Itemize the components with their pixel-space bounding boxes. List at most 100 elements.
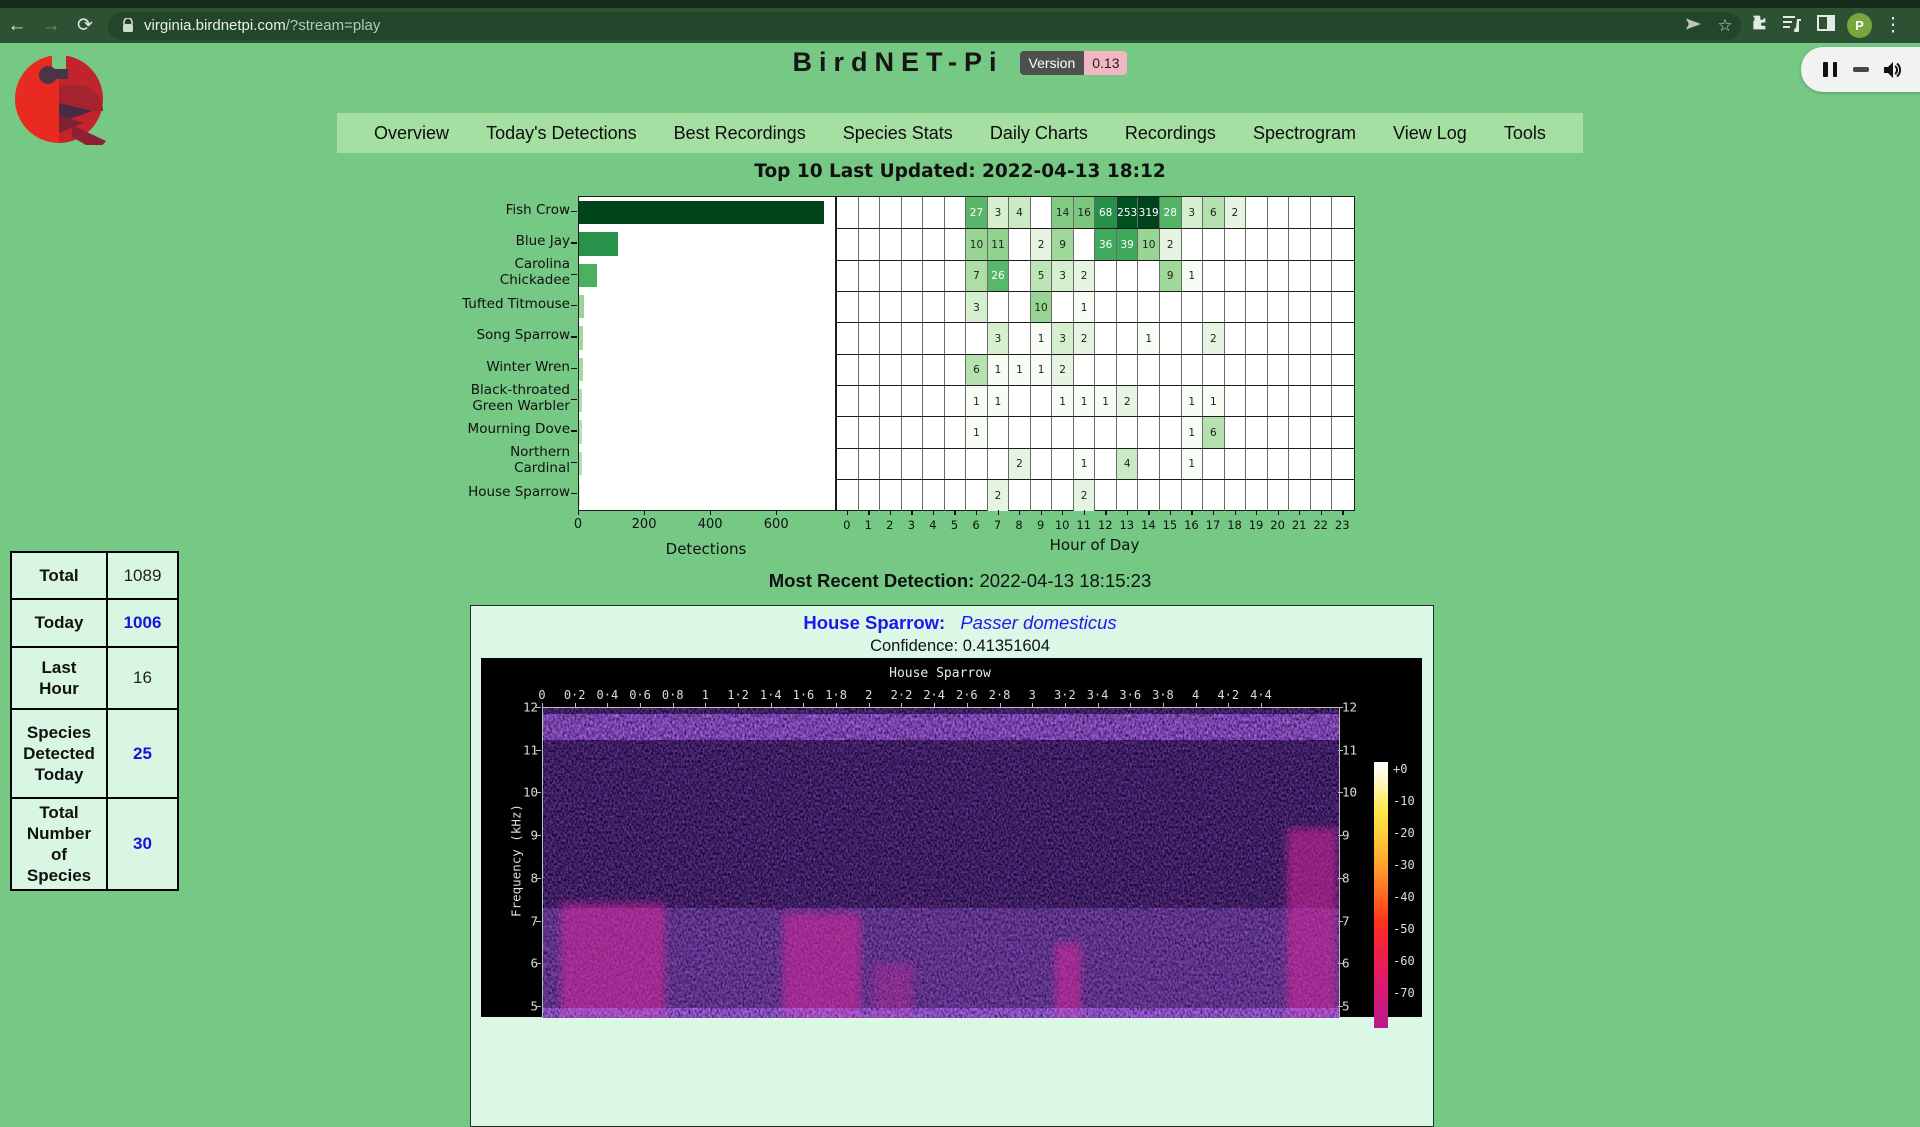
heatmap-cell: 1 <box>1052 386 1074 417</box>
species-tick <box>571 368 577 369</box>
hour-axis-tick <box>976 510 977 515</box>
nav-item-recordings[interactable]: Recordings <box>1125 123 1216 144</box>
spectrogram-y-tick <box>536 921 541 922</box>
heatmap-cell <box>988 292 1010 323</box>
hour-axis-tick-label: 23 <box>1335 518 1350 532</box>
spectrogram-x-tick <box>575 703 576 707</box>
spectrogram-y-tick <box>536 792 541 793</box>
stats-value[interactable]: 25 <box>108 710 177 797</box>
audio-player <box>1801 47 1920 92</box>
heatmap-cell <box>945 355 967 386</box>
heatmap-cell <box>1031 449 1053 480</box>
spectrogram-x-tick <box>836 703 837 707</box>
heatmap-cell: 5 <box>1031 261 1053 292</box>
spectrogram-y-tick <box>1338 792 1343 793</box>
forward-icon[interactable]: → <box>34 15 68 37</box>
heatmap-cell: 6 <box>966 355 988 386</box>
heatmap-cell <box>1311 229 1333 260</box>
hour-axis-tick-label: 18 <box>1227 518 1242 532</box>
spectrogram-x-tick <box>705 703 706 707</box>
heatmap-cell <box>837 292 859 323</box>
heatmap-cell <box>837 417 859 448</box>
heatmap-cell <box>1268 417 1290 448</box>
spectrogram-x-tick-label: 3·2 <box>1054 688 1076 702</box>
nav-item-overview[interactable]: Overview <box>374 123 449 144</box>
hour-axis-tick <box>933 510 934 515</box>
lock-icon[interactable] <box>122 18 134 33</box>
heatmap-cell <box>923 355 945 386</box>
stats-row: Species Detected Today25 <box>12 708 177 797</box>
heatmap-cell <box>1138 417 1160 448</box>
seek-handle[interactable] <box>1853 67 1869 72</box>
nav-item-today-s-detections[interactable]: Today's Detections <box>486 123 637 144</box>
stats-table: Total1089Today1006Last Hour16Species Det… <box>10 551 179 891</box>
nav-item-tools[interactable]: Tools <box>1504 123 1546 144</box>
reload-icon[interactable]: ⟳ <box>68 14 102 37</box>
heatmap-cell <box>1203 292 1225 323</box>
bar-axis-tick-label: 0 <box>574 517 582 532</box>
heatmap-cell <box>1182 480 1204 511</box>
heatmap-cell <box>1268 386 1290 417</box>
heatmap-row: 313212 <box>837 322 1354 354</box>
bar-axis-tick <box>710 510 711 515</box>
hour-axis-tick-label: 10 <box>1055 518 1070 532</box>
heatmap-cell: 10 <box>1031 292 1053 323</box>
hour-axis-tick <box>911 510 912 515</box>
heatmap-cell <box>1160 355 1182 386</box>
volume-icon[interactable] <box>1883 60 1904 80</box>
heatmap-cell <box>1052 292 1074 323</box>
pause-icon[interactable] <box>1823 62 1837 77</box>
nav-item-spectrogram[interactable]: Spectrogram <box>1253 123 1356 144</box>
nav-item-daily-charts[interactable]: Daily Charts <box>990 123 1088 144</box>
heatmap-cell <box>859 229 881 260</box>
spectrogram-x-tick <box>771 703 772 707</box>
heatmap-cell <box>1289 386 1311 417</box>
heatmap-cell <box>1117 480 1139 511</box>
nav-item-view-log[interactable]: View Log <box>1393 123 1467 144</box>
heatmap-cell <box>902 229 924 260</box>
heatmap-cell: 1 <box>1074 449 1096 480</box>
heatmap-cell: 2 <box>1117 386 1139 417</box>
heatmap-cell <box>1268 197 1290 228</box>
side-panel-icon[interactable] <box>1809 15 1843 37</box>
send-to-device-icon[interactable] <box>1677 16 1709 36</box>
heatmap-cell <box>945 323 967 354</box>
extensions-puzzle-icon[interactable] <box>1741 13 1775 38</box>
nav-item-species-stats[interactable]: Species Stats <box>843 123 953 144</box>
detection-common-name-link[interactable]: House Sparrow: <box>803 612 945 633</box>
heatmap-cell <box>1225 355 1247 386</box>
browser-menu-icon[interactable]: ⋮ <box>1876 14 1910 37</box>
spectrogram-y-tick-label-right: 10 <box>1342 785 1357 800</box>
heatmap-cell <box>1074 355 1096 386</box>
heatmap-cell: 1 <box>1182 449 1204 480</box>
nav-item-best-recordings[interactable]: Best Recordings <box>674 123 806 144</box>
spectrogram-x-tick-label: 2·2 <box>891 688 913 702</box>
spectrogram-y-tick <box>536 878 541 879</box>
heatmap-cell <box>1009 386 1031 417</box>
heatmap-cell <box>1160 386 1182 417</box>
heatmap-cell: 36 <box>1095 229 1117 260</box>
profile-avatar[interactable]: P <box>1847 13 1872 38</box>
media-controls-icon[interactable] <box>1775 14 1809 38</box>
heatmap-row: 22 <box>837 479 1354 511</box>
page-header: BirdNET-Pi Version 0.13 <box>0 47 1920 78</box>
spectrogram-x-tick <box>1032 703 1033 707</box>
spectrogram-y-tick-label-right: 7 <box>1342 913 1350 928</box>
heatmap-cell <box>1203 261 1225 292</box>
detections-bar <box>579 201 824 224</box>
detection-scientific-name-link[interactable]: Passer domesticus <box>960 612 1116 633</box>
spectrogram-x-tick-label: 0·8 <box>662 688 684 702</box>
bookmark-star-icon[interactable]: ☆ <box>1709 16 1741 36</box>
heatmap-cell <box>1160 292 1182 323</box>
hour-axis-tick <box>1299 510 1300 515</box>
heatmap-cell <box>837 355 859 386</box>
heatmap-cell <box>859 386 881 417</box>
back-icon[interactable]: ← <box>0 15 34 37</box>
address-bar[interactable]: virginia.birdnetpi.com/?stream=play ☆ <box>108 12 1741 40</box>
heatmap-cell: 1 <box>1138 323 1160 354</box>
spectrogram-x-tick <box>1196 703 1197 707</box>
heatmap-cell <box>923 449 945 480</box>
species-label: House Sparrow <box>438 485 570 501</box>
species-label: Fish Crow <box>438 203 570 219</box>
stats-value[interactable]: 30 <box>108 799 177 889</box>
